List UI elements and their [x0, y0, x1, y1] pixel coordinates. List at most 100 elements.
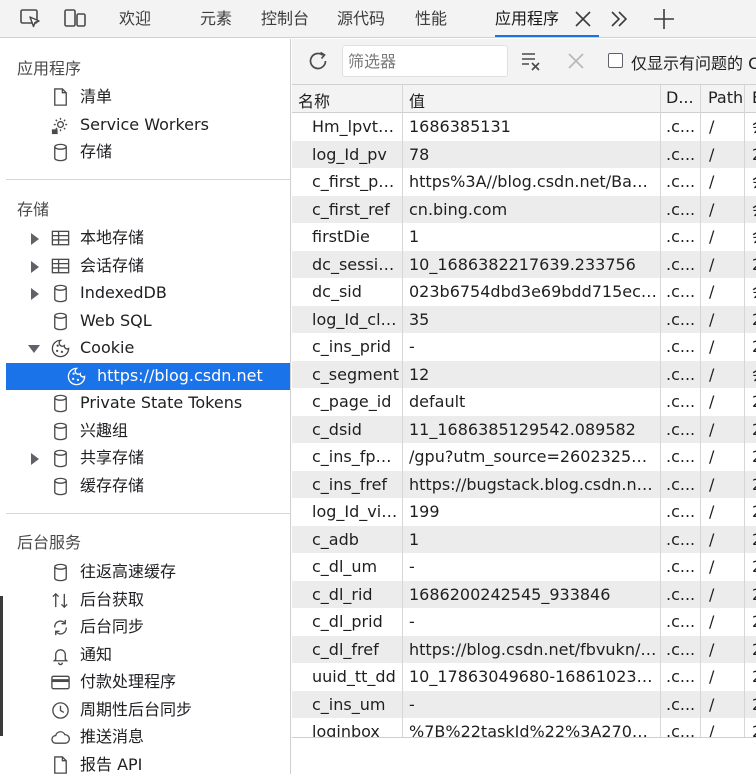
- table-row[interactable]: log_Id_pv 78 .c... / 2: [292, 140, 756, 168]
- sidebar-item[interactable]: 后台获取: [6, 587, 290, 614]
- close-tab-icon[interactable]: [572, 8, 594, 30]
- cell-path: /: [709, 172, 715, 191]
- tab-5[interactable]: 性能: [415, 0, 447, 37]
- delete-selected-icon[interactable]: [566, 51, 586, 71]
- sidebar-item[interactable]: https://blog.csdn.net: [6, 362, 290, 390]
- cell-name: c_adb: [312, 529, 359, 549]
- sidebar-item[interactable]: 共享存储: [6, 445, 290, 472]
- sidebar-item[interactable]: 缓存存储: [6, 473, 290, 500]
- tab-4[interactable]: 源代码: [337, 0, 385, 37]
- column-header-name[interactable]: 名称: [298, 88, 330, 112]
- section-title-application: 应用程序: [17, 59, 82, 78]
- sidebar-item-label: Private State Tokens: [80, 393, 243, 412]
- sidebar-item-label: 后台获取: [80, 589, 145, 609]
- add-tab-icon[interactable]: [651, 6, 677, 32]
- sidebar-item[interactable]: 兴趣组: [6, 418, 290, 445]
- cell-path: /: [709, 364, 715, 384]
- cell-expires: 2: [752, 694, 756, 715]
- column-divider[interactable]: [402, 85, 403, 737]
- column-divider[interactable]: [744, 85, 745, 737]
- clear-all-cookies-icon[interactable]: [520, 50, 542, 72]
- column-header-expires[interactable]: E: [752, 88, 756, 107]
- sidebar-item-label: 会话存储: [80, 255, 145, 275]
- sidebar-item[interactable]: 往返高速缓存: [6, 559, 290, 586]
- sidebar-item[interactable]: Cookie: [6, 335, 290, 362]
- sidebar-item[interactable]: 会话存储: [6, 253, 290, 280]
- cell-name: dc_sid: [312, 282, 362, 301]
- cell-domain: .c...: [666, 419, 696, 439]
- sidebar-item[interactable]: Service Workers: [6, 112, 290, 139]
- filter-input[interactable]: [342, 45, 508, 77]
- sidebar-item[interactable]: 通知: [6, 642, 290, 669]
- cell-name: c_first_page: [312, 172, 399, 191]
- sidebar-item[interactable]: 本地存储: [6, 225, 290, 252]
- column-header-path[interactable]: Path: [708, 88, 743, 107]
- sidebar-item[interactable]: 清单: [6, 84, 290, 111]
- collapse-arrow-icon[interactable]: [28, 344, 40, 354]
- cell-domain: .c...: [666, 474, 696, 494]
- table-row[interactable]: uuid_tt_dd 10_17863049680-16861023564....…: [292, 663, 756, 691]
- table-row[interactable]: c_dsid 11_1686385129542.089582 .c... / 2: [292, 415, 756, 443]
- cell-value: https://bugstack.blog.csdn.net/...: [409, 474, 657, 494]
- table-row[interactable]: dc_sessio... 10_1686382217639.233756 .c...…: [292, 250, 756, 278]
- table-row[interactable]: c_ins_fref https://bugstack.blog.csdn.net…: [292, 470, 756, 498]
- database-icon: [54, 422, 67, 440]
- table-row[interactable]: dc_sid 023b6754dbd3e69bdd715ec01f... .c...…: [292, 278, 756, 306]
- database-icon: [54, 449, 67, 468]
- column-divider[interactable]: [700, 85, 701, 737]
- table-row[interactable]: log_Id_click 35 .c... / 2: [292, 305, 756, 333]
- inspect-element-icon[interactable]: [18, 6, 44, 32]
- sidebar-item[interactable]: 存储: [6, 139, 290, 166]
- cell-expires: 2: [752, 391, 756, 412]
- cell-path: /: [709, 117, 715, 136]
- table-row[interactable]: Hm_lpvt_... 1686385131 .c... / 会: [292, 113, 756, 141]
- sidebar-item[interactable]: IndexedDB: [6, 280, 290, 307]
- table-row[interactable]: c_first_ref cn.bing.com .c... / 会: [292, 195, 756, 223]
- tab-1[interactable]: 欢迎: [119, 0, 151, 37]
- column-header-value[interactable]: 值: [409, 88, 425, 112]
- cell-path: /: [709, 474, 715, 494]
- table-row[interactable]: c_dl_prid - .c... / 2: [292, 608, 756, 636]
- more-tabs-chevron-icon[interactable]: [608, 8, 630, 30]
- sidebar-item[interactable]: 付款处理程序: [6, 669, 290, 696]
- table-row[interactable]: c_adb 1 .c... / 2: [292, 525, 756, 553]
- sidebar-item[interactable]: 后台同步: [6, 614, 290, 641]
- table-row[interactable]: c_page_id default .c... / 2: [292, 388, 756, 416]
- column-header-domain[interactable]: D...: [666, 88, 694, 107]
- bell-icon: [52, 648, 69, 665]
- sidebar-item[interactable]: 周期性后台同步: [6, 697, 290, 724]
- expand-arrow-icon[interactable]: [30, 233, 40, 245]
- sidebar-item[interactable]: 报告 API: [6, 752, 290, 774]
- cell-name: c_page_id: [312, 392, 392, 411]
- table-row[interactable]: loginbox %7B%22taskId%22%3A270%2C... .c...…: [292, 718, 756, 737]
- device-emulation-icon[interactable]: [62, 6, 88, 32]
- expand-arrow-icon[interactable]: [30, 260, 40, 273]
- table-row[interactable]: c_dl_um - .c... / 2: [292, 553, 756, 581]
- table-row[interactable]: c_segment 12 .c... / 会: [292, 360, 756, 388]
- cell-value: 1: [409, 529, 420, 549]
- sidebar-item[interactable]: 推送消息: [6, 724, 290, 751]
- expand-arrow-icon[interactable]: [30, 453, 40, 465]
- sidebar-item-label: 兴趣组: [80, 420, 129, 440]
- table-row[interactable]: c_ins_prid- .c... / 2: [292, 333, 756, 361]
- sidebar-item[interactable]: Private State Tokens: [6, 390, 290, 417]
- sidebar-item[interactable]: Web SQL: [6, 308, 290, 335]
- table-row[interactable]: c_ins_fpage/gpu?utm_source=260232576&...…: [292, 443, 756, 471]
- table-row[interactable]: log_Id_view 199 .c... / 2: [292, 498, 756, 526]
- tab-3[interactable]: 控制台: [261, 0, 309, 37]
- table-row[interactable]: c_dl_rid 1686200242545_933846 .c... / 2: [292, 580, 756, 608]
- table-row[interactable]: firstDie 1 .c... / 会: [292, 223, 756, 251]
- cell-expires: 2: [752, 474, 756, 495]
- column-divider[interactable]: [660, 85, 661, 737]
- table-row[interactable]: c_first_page https%3A//blog.csdn.net/Bad_…: [292, 168, 756, 196]
- expand-arrow-icon[interactable]: [30, 288, 40, 300]
- tab-2[interactable]: 元素: [200, 0, 232, 37]
- cell-name: uuid_tt_dd: [312, 667, 396, 686]
- table-row[interactable]: c_ins_um - .c... / 2: [292, 690, 756, 718]
- cell-value: https%3A//blog.csdn.net/Bad_L...: [409, 172, 657, 191]
- table-row[interactable]: c_dl_fref https://blog.csdn.net/fbvukn/ar…: [292, 635, 756, 663]
- only-issues-label: 仅显示有问题的 C: [631, 54, 756, 73]
- only-issues-checkbox[interactable]: [608, 53, 623, 68]
- document-icon: [54, 88, 67, 106]
- refresh-icon[interactable]: [306, 49, 330, 73]
